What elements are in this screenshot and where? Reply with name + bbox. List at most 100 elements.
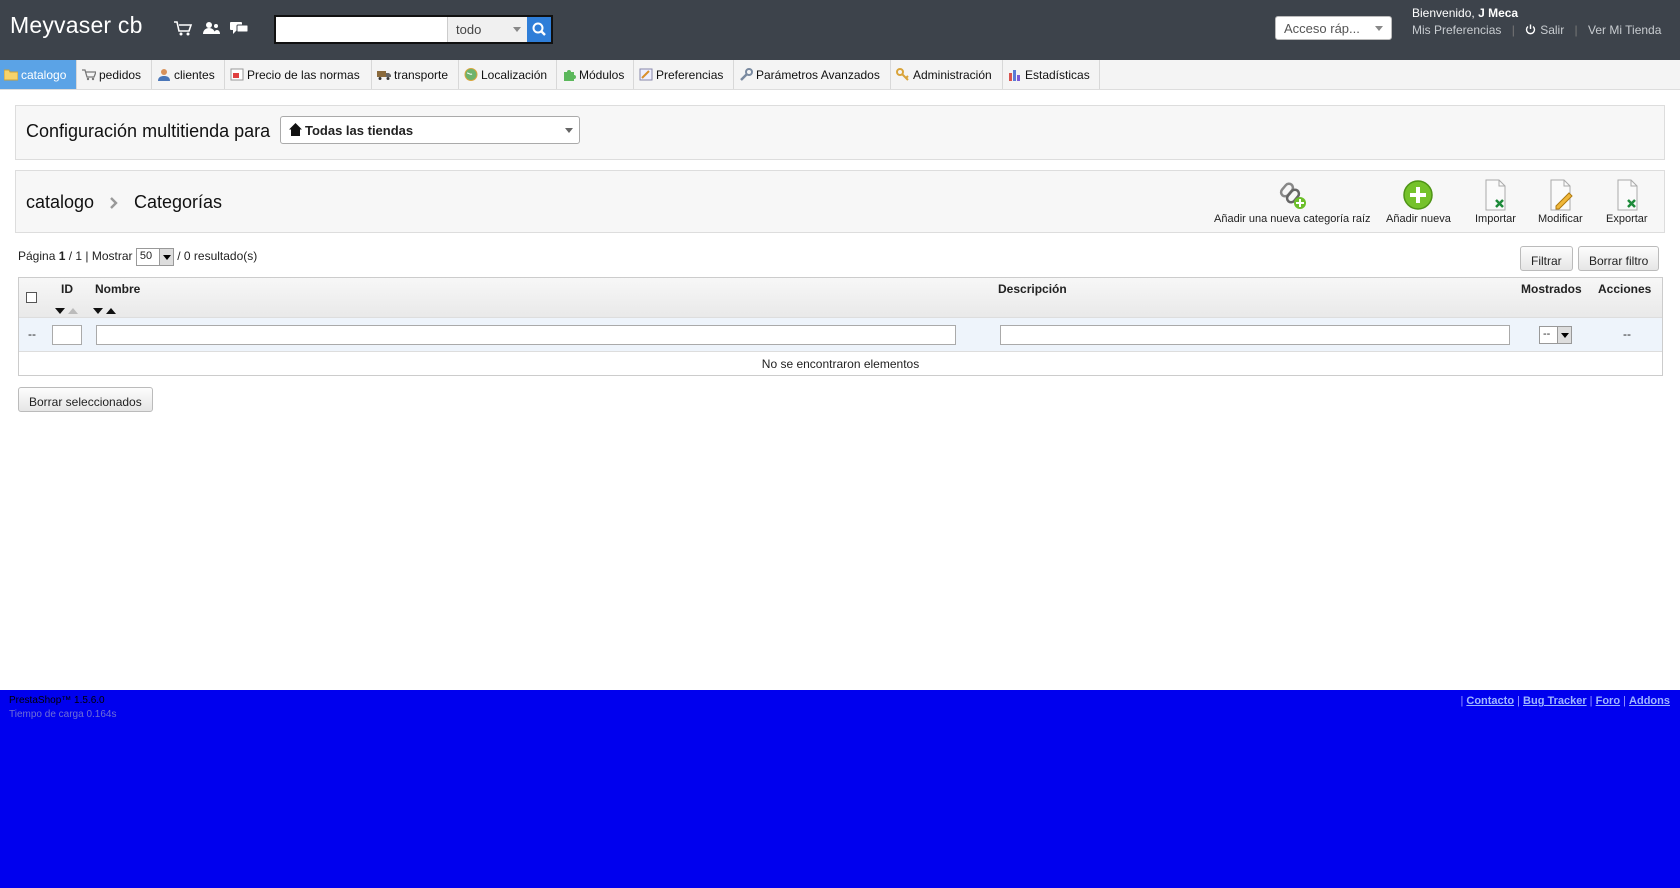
export-label: Exportar — [1606, 213, 1648, 225]
search-box: todo — [274, 15, 553, 44]
forum-link[interactable]: Foro — [1596, 695, 1620, 707]
column-shown: Mostrados — [1521, 282, 1582, 296]
stats-icon — [1009, 70, 1020, 81]
link-add-icon — [1280, 182, 1307, 209]
shop-name[interactable]: Meyvaser cb — [10, 12, 143, 39]
key-icon — [896, 68, 909, 81]
import-button[interactable]: Importar — [1475, 179, 1516, 225]
wrench-icon — [740, 68, 753, 81]
globe-icon — [464, 68, 478, 81]
tab-transporte[interactable]: transporte — [373, 60, 459, 89]
tab-label: Estadísticas — [1025, 68, 1090, 82]
header-links: Mis Preferencias | Salir | Ver Mi Tienda — [1412, 23, 1662, 37]
categories-table: ID Nombre Descripción Mostrados Acciones… — [18, 277, 1663, 376]
add-new-button[interactable]: Añadir nueva — [1386, 179, 1451, 225]
multishop-label: Configuración multitienda para — [26, 121, 271, 141]
tab-modulos[interactable]: Módulos — [558, 60, 634, 89]
page-total-label: / 1 | Mostrar — [68, 249, 133, 264]
select-all-checkbox[interactable] — [26, 292, 37, 303]
tab-label: pedidos — [99, 68, 142, 82]
tab-label: Localización — [481, 68, 548, 82]
users-icon[interactable] — [201, 19, 221, 37]
tab-pedidos[interactable]: pedidos — [78, 60, 152, 89]
tab-label: clientes — [174, 68, 215, 82]
breadcrumb-root[interactable]: catalogo — [26, 192, 94, 213]
home-icon — [289, 123, 302, 136]
tab-administracion[interactable]: Administración — [892, 60, 1003, 89]
price-rules-icon — [230, 68, 244, 81]
my-preferences-link[interactable]: Mis Preferencias — [1412, 23, 1501, 37]
per-page-value: 50 — [139, 250, 153, 262]
tab-label: Preferencias — [656, 68, 724, 82]
tab-label: Módulos — [579, 68, 625, 82]
search-button[interactable] — [527, 17, 551, 42]
tab-estadisticas[interactable]: Estadísticas — [1004, 60, 1100, 89]
footer-links: | Contacto | Bug Tracker | Foro | Addons — [1460, 695, 1670, 707]
tab-label: transporte — [394, 68, 449, 82]
description-filter-input[interactable] — [1000, 325, 1510, 345]
user-name: J Meca — [1478, 6, 1519, 20]
page: Meyvaser cb todo Acceso ráp... Bienvenid… — [0, 0, 1680, 690]
chevron-down-icon — [1557, 327, 1571, 343]
add-root-category-button[interactable]: Añadir una nueva categoría raíz — [1214, 179, 1371, 225]
filter-button[interactable]: Filtrar — [1520, 246, 1573, 271]
addons-link[interactable]: Addons — [1629, 695, 1670, 707]
search-type-value: todo — [456, 22, 482, 37]
shown-filter-select[interactable]: -- — [1539, 326, 1572, 344]
modify-button[interactable]: Modificar — [1538, 179, 1583, 225]
view-shop-link[interactable]: Ver Mi Tienda — [1588, 23, 1661, 37]
filter-row: -- -- -- — [19, 318, 1662, 352]
column-id[interactable]: ID — [61, 282, 73, 296]
tab-catalogo[interactable]: catalogo — [0, 60, 77, 89]
tab-preferencias[interactable]: Preferencias — [635, 60, 734, 89]
tab-label: Parámetros Avanzados — [756, 68, 880, 82]
bulk-delete-button[interactable]: Borrar seleccionados — [18, 387, 153, 412]
messages-icon[interactable] — [229, 19, 249, 37]
tab-parametros-avanzados[interactable]: Parámetros Avanzados — [735, 60, 891, 89]
search-input[interactable] — [276, 17, 446, 42]
tab-localizacion[interactable]: Localización — [460, 60, 557, 89]
shop-context-value: Todas las tiendas — [305, 123, 414, 138]
plus-circle-icon — [1403, 180, 1434, 210]
name-sort-controls — [93, 303, 117, 317]
contact-link[interactable]: Contacto — [1466, 695, 1514, 707]
sort-asc-icon[interactable] — [68, 308, 79, 314]
table-header: ID Nombre Descripción Mostrados Acciones — [19, 278, 1662, 318]
modify-label: Modificar — [1538, 213, 1583, 225]
logout-link[interactable]: Salir — [1540, 23, 1564, 37]
column-name[interactable]: Nombre — [95, 282, 140, 296]
current-page: 1 — [58, 249, 66, 264]
top-header: Meyvaser cb todo Acceso ráp... Bienvenid… — [0, 0, 1680, 60]
export-button[interactable]: Exportar — [1606, 179, 1648, 225]
search-type-select[interactable]: todo — [447, 17, 527, 42]
bug-tracker-link[interactable]: Bug Tracker — [1523, 695, 1587, 707]
sort-desc-icon[interactable] — [55, 308, 65, 314]
export-file-icon — [1617, 179, 1638, 211]
tab-clientes[interactable]: clientes — [153, 60, 225, 89]
shop-context-select[interactable]: Todas las tiendas — [280, 116, 580, 144]
folder-icon — [4, 69, 18, 81]
quick-access-select[interactable]: Acceso ráp... — [1275, 16, 1392, 40]
search-icon — [532, 22, 546, 36]
add-root-category-label: Añadir una nueva categoría raíz — [1214, 213, 1371, 225]
multishop-panel: Configuración multitienda para Todas las… — [15, 105, 1665, 160]
id-filter-input[interactable] — [52, 325, 82, 345]
quick-access-label: Acceso ráp... — [1284, 21, 1360, 36]
filter-placeholder: -- — [28, 327, 36, 341]
welcome-prefix: Bienvenido, — [1412, 6, 1475, 20]
cart-icon[interactable] — [173, 19, 193, 37]
preferences-icon — [639, 68, 653, 81]
reset-filter-button[interactable]: Borrar filtro — [1578, 246, 1660, 271]
tab-precio-normas[interactable]: Precio de las normas — [226, 60, 372, 89]
per-page-select[interactable]: 50 — [135, 248, 174, 266]
import-label: Importar — [1475, 213, 1516, 225]
chevron-down-icon — [565, 128, 573, 133]
sort-desc-icon[interactable] — [93, 308, 103, 314]
chevron-down-icon — [158, 249, 173, 265]
name-filter-input[interactable] — [96, 325, 956, 345]
id-sort-controls — [55, 303, 79, 317]
sort-asc-icon[interactable] — [106, 308, 117, 314]
chevron-down-icon — [1375, 26, 1383, 31]
chevron-down-icon — [513, 27, 521, 32]
import-file-icon — [1485, 179, 1506, 211]
